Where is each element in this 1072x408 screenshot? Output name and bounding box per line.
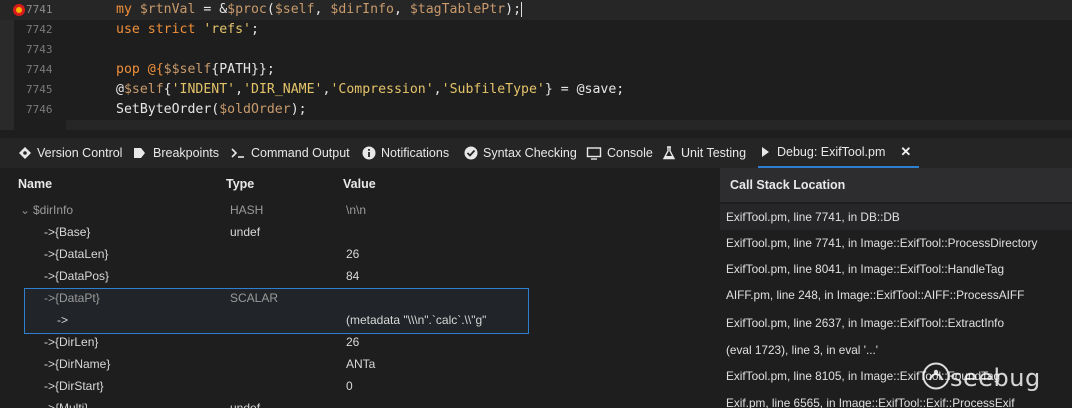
call-stack-frame[interactable]: ExifTool.pm, line 7741, in Image::ExifTo… (720, 230, 1072, 256)
variables-header: Name Type Value (0, 168, 712, 200)
variable-value: 26 (346, 247, 360, 261)
call-stack-frame[interactable]: ExifTool.pm, line 8041, in Image::ExifTo… (720, 256, 1072, 282)
code-text: use strict 'refs'; (116, 22, 259, 37)
tab-syntax-checking[interactable]: Syntax Checking (464, 138, 577, 168)
line-number: 7744 (26, 63, 53, 76)
variable-name: ->{DirStart} (44, 379, 104, 393)
seebug-watermark: seebug (920, 352, 1070, 402)
variable-type: SCALAR (230, 291, 279, 305)
line-number: 7745 (26, 83, 53, 96)
code-line-7746[interactable]: 7746 SetByteOrder($oldOrder); (0, 100, 1072, 120)
code-line-7741[interactable]: 7741 my $rtnVal = &$proc($self, $dirInfo… (0, 0, 1072, 20)
variable-value: ANTa (346, 357, 376, 371)
variable-value: \n\n (346, 203, 367, 217)
call-stack-header: Call Stack Location (720, 168, 1072, 202)
code-editor[interactable]: 7741 my $rtnVal = &$proc($self, $dirInfo… (0, 0, 1072, 130)
tab-label: Console (607, 146, 653, 160)
column-header-value[interactable]: Value (343, 177, 376, 191)
variable-row[interactable]: ->{DirName} ANTa (0, 353, 712, 375)
chevron-down-icon[interactable]: ⌄ (20, 199, 30, 221)
variable-row[interactable]: ->{Multi} undef (0, 397, 712, 408)
tab-unit-testing[interactable]: Unit Testing (662, 138, 746, 168)
breakpoint-current-icon[interactable] (13, 4, 25, 16)
tab-breakpoints[interactable]: Breakpoints (132, 138, 219, 168)
column-header-name[interactable]: Name (18, 177, 52, 191)
variable-type: undef (230, 401, 261, 408)
variable-row[interactable]: ->{Base} undef (0, 221, 712, 243)
tab-label: Unit Testing (681, 146, 747, 160)
code-line-7745[interactable]: 7745 @$self{'INDENT','DIR_NAME','Compres… (0, 80, 1072, 100)
variable-row[interactable]: ⌄ $dirInfo HASH \n\n (0, 199, 712, 221)
line-number: 7742 (26, 23, 53, 36)
variable-name: ->{DirName} (44, 357, 111, 371)
code-text: SetByteOrder($oldOrder); (116, 102, 307, 117)
variable-row-selected[interactable]: -> (metadata "\\\n".`calc`.\\"g" (0, 309, 712, 331)
call-stack-frame[interactable]: ExifTool.pm, line 2637, in Image::ExifTo… (720, 310, 1072, 336)
variable-row-selected[interactable]: ->{DataPt} SCALAR (0, 287, 712, 309)
tab-label: Debug: ExifTool.pm (777, 145, 886, 159)
code-line-7743[interactable]: 7743 (0, 40, 1072, 60)
code-text: my $rtnVal = &$proc($self, $dirInfo, $ta… (116, 1, 523, 17)
variables-panel: Name Type Value ⌄ $dirInfo HASH \n\n ->{… (0, 168, 712, 408)
variable-value: 26 (346, 335, 360, 349)
variable-name: ->{DataLen} (44, 247, 109, 261)
tab-command-output[interactable]: Command Output (230, 138, 350, 168)
bottom-panel-tabs: Version Control Breakpoints Command Outp… (0, 138, 1072, 168)
text-caret (521, 1, 523, 17)
variable-row[interactable]: ->{DirStart} 0 (0, 375, 712, 397)
panel-splitter[interactable] (712, 168, 720, 408)
code-text: @$self{'INDENT','DIR_NAME','Compression'… (116, 82, 625, 97)
variable-row[interactable]: ->{DataLen} 26 (0, 243, 712, 265)
variable-row[interactable]: ->{DataPos} 84 (0, 265, 712, 287)
variable-value: (metadata "\\\n".`calc`.\\"g" (346, 313, 487, 327)
variable-value: 84 (346, 269, 360, 283)
tab-notifications[interactable]: Notifications (362, 138, 449, 168)
line-number: 7743 (26, 43, 53, 56)
flask-icon (662, 146, 676, 160)
variable-type: HASH (230, 203, 264, 217)
info-icon (362, 146, 376, 160)
tab-label: Notifications (381, 146, 450, 160)
variable-name: ->{DataPt} (44, 291, 100, 305)
version-control-icon (19, 147, 31, 159)
code-line-7742[interactable]: 7742 use strict 'refs'; (0, 20, 1072, 40)
tab-debug-exiftool[interactable]: Debug: ExifTool.pm ✕ (758, 138, 920, 168)
variable-name: ->{Multi} (44, 401, 89, 408)
tab-version-control[interactable]: Version Control (18, 138, 122, 168)
terminal-icon (231, 148, 244, 158)
line-number: 7741 (26, 3, 53, 16)
variable-name: ->{DirLen} (44, 335, 99, 349)
call-stack-title: Call Stack Location (730, 178, 846, 192)
tab-label: Breakpoints (153, 146, 220, 160)
play-icon (762, 147, 769, 157)
code-text: pop @{$$self{PATH}}; (116, 62, 275, 77)
tab-console[interactable]: Console (586, 138, 653, 168)
syntax-check-icon (464, 146, 478, 160)
variable-type: undef (230, 225, 261, 239)
code-line-7744[interactable]: 7744 pop @{$$self{PATH}}; (0, 60, 1072, 80)
editor-partial-line (66, 120, 1072, 130)
column-header-type[interactable]: Type (226, 177, 254, 191)
watermark-text: seebug (950, 364, 1041, 392)
breakpoints-icon (134, 148, 145, 158)
line-number: 7746 (26, 103, 53, 116)
variable-name: -> (57, 313, 69, 327)
console-icon (586, 147, 602, 160)
seebug-logo-icon (922, 362, 950, 390)
variable-name: $dirInfo (33, 203, 74, 217)
call-stack-frame[interactable]: AIFF.pm, line 248, in Image::ExifTool::A… (720, 282, 1072, 308)
tab-label: Version Control (37, 146, 123, 160)
variable-value: 0 (346, 379, 353, 393)
variable-name: ->{DataPos} (44, 269, 110, 283)
variable-row[interactable]: ->{DirLen} 26 (0, 331, 712, 353)
tab-label: Command Output (251, 146, 350, 160)
variable-name: ->{Base} (44, 225, 91, 239)
tab-label: Syntax Checking (483, 146, 577, 160)
call-stack-frame[interactable]: ExifTool.pm, line 7741, in DB::DB (720, 204, 1072, 230)
close-icon[interactable]: ✕ (900, 144, 911, 160)
